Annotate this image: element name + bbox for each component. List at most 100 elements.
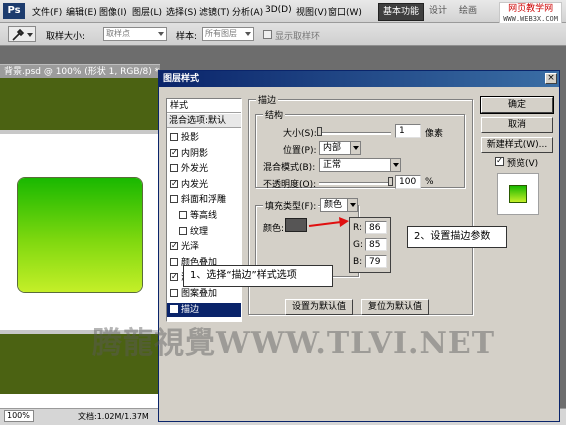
document-size-info: 文档:1.02M/1.37M	[78, 412, 149, 421]
style-item-6[interactable]: 等高线	[167, 209, 241, 223]
cancel-button[interactable]: 取消	[481, 117, 553, 133]
green-input[interactable]: 85	[365, 238, 387, 251]
size-slider-thumb[interactable]	[317, 127, 322, 136]
close-icon[interactable]: ×	[545, 73, 557, 84]
make-default-button[interactable]: 设置为默认值	[285, 299, 353, 315]
menu-3d[interactable]: 3D(D)	[265, 5, 292, 15]
menu-edit[interactable]: 编辑(E)	[66, 5, 97, 18]
opacity-input[interactable]: 100	[395, 175, 421, 189]
fill-type-select[interactable]: 颜色	[320, 198, 358, 212]
stroke-color-swatch[interactable]	[285, 218, 307, 232]
opacity-slider-thumb[interactable]	[388, 177, 393, 186]
menu-filter[interactable]: 滤镜(T)	[199, 5, 230, 18]
style-item-5[interactable]: 斜面和浮雕	[167, 193, 241, 207]
stroke-group-title: 描边	[256, 93, 279, 106]
preview-label: 预览(V)	[507, 159, 539, 169]
document-tab[interactable]: 背景.psd @ 100% (形状 1, RGB/8) *	[0, 64, 160, 78]
site-watermark: 腾龍視覺WWW.TLVI.NET	[92, 326, 496, 361]
chevron-down-icon	[350, 142, 360, 154]
callout-select-stroke: 1、选择“描边”样式选项	[183, 265, 333, 287]
style-item-12[interactable]: ✓ 描边	[167, 302, 241, 317]
style-item-label: 外发光	[181, 164, 209, 175]
style-item-1[interactable]: 投影	[167, 131, 241, 145]
blend-mode-label: 混合模式(B):	[263, 163, 316, 173]
style-list-header[interactable]: 样式	[167, 99, 241, 113]
style-item-11[interactable]: 图案叠加	[167, 287, 241, 301]
chevron-down-icon	[390, 159, 400, 171]
red-input[interactable]: 86	[365, 221, 387, 234]
zoom-field[interactable]: 100%	[4, 410, 34, 422]
menu-select[interactable]: 选择(S)	[166, 5, 197, 18]
style-item-checkbox[interactable]: ✓	[170, 304, 178, 313]
layer-style-dialog: 图层样式 × 样式 混合选项:默认 投影 ✓ 内阴影 外发光 ✓ 内发光 斜面和浮雕 等高线纹…	[158, 70, 560, 422]
show-ring-label: 显示取样环	[275, 32, 321, 42]
workspace-painting[interactable]: 绘画	[455, 3, 481, 19]
style-item-label: 斜面和浮雕	[181, 195, 227, 206]
preview-checkbox[interactable]: ✓	[495, 157, 504, 166]
style-item-checkbox[interactable]: ✓	[170, 148, 178, 157]
opacity-slider-track[interactable]	[319, 182, 391, 185]
checkmark-icon: ✓	[496, 156, 503, 165]
style-item-checkbox[interactable]: ✓	[170, 273, 178, 282]
dialog-title-bar[interactable]: 图层样式	[159, 71, 559, 87]
new-style-button[interactable]: 新建样式(W)...	[481, 137, 553, 153]
menu-layer[interactable]: 图层(L)	[132, 5, 162, 18]
style-item-4[interactable]: ✓ 内发光	[167, 178, 241, 192]
menu-image[interactable]: 图像(I)	[99, 5, 127, 18]
position-select[interactable]: 内部	[319, 141, 361, 155]
eyedropper-icon	[12, 28, 25, 41]
blend-mode-select[interactable]: 正常	[319, 158, 401, 172]
style-item-checkbox[interactable]	[179, 226, 187, 235]
style-item-checkbox[interactable]	[170, 257, 178, 266]
fill-type-value: 颜色	[324, 200, 343, 210]
size-slider-track[interactable]	[319, 132, 391, 135]
blue-input[interactable]: 79	[365, 255, 387, 268]
style-item-label: 图案叠加	[181, 289, 218, 299]
eyedropper-tool-preset[interactable]	[8, 26, 36, 42]
style-item-checkbox[interactable]	[170, 133, 178, 141]
chevron-down-icon	[27, 33, 33, 37]
sample-select[interactable]: 所有图层	[202, 27, 254, 41]
style-item-2[interactable]: ✓ 内阴影	[167, 147, 241, 161]
style-list: 样式 混合选项:默认 投影 ✓ 内阴影 外发光 ✓ 内发光 斜面和浮雕 等高线 纹理 ✓ 光泽 颜色叠…	[166, 98, 242, 322]
blend-mode-value: 正常	[323, 160, 342, 170]
style-item-label: 等高线	[190, 211, 218, 221]
reset-default-button[interactable]: 复位为默认值	[361, 299, 429, 315]
style-item-checkbox[interactable]	[170, 164, 178, 173]
ok-button[interactable]: 确定	[480, 96, 554, 114]
dialog-title: 图层样式	[163, 74, 200, 84]
sample-size-select[interactable]: 取样点	[103, 27, 167, 41]
menu-analysis[interactable]: 分析(A)	[232, 5, 263, 18]
size-unit: 像素	[425, 129, 444, 139]
show-ring-checkbox[interactable]	[263, 30, 272, 39]
style-item-3[interactable]: 外发光	[167, 162, 241, 176]
opacity-label: 不透明度(O):	[263, 180, 317, 190]
fill-type-label: 填充类型(F):	[263, 199, 319, 212]
menu-bar: Ps 文件(F) 编辑(E) 图像(I) 图层(L) 选择(S) 滤镜(T) 分…	[0, 0, 566, 26]
preview-swatch	[509, 185, 527, 203]
style-item-checkbox[interactable]: ✓	[170, 179, 178, 188]
olive-band-top	[0, 78, 160, 130]
green-label: G:	[353, 240, 364, 250]
menu-file[interactable]: 文件(F)	[32, 5, 62, 18]
blend-options-item[interactable]: 混合选项:默认	[167, 114, 241, 128]
green-rounded-shape[interactable]	[18, 178, 142, 292]
style-item-checkbox[interactable]	[170, 195, 178, 204]
style-item-checkbox[interactable]	[170, 289, 178, 297]
style-item-8[interactable]: ✓ 光泽	[167, 240, 241, 254]
size-input[interactable]: 1	[395, 124, 421, 138]
workspace-design[interactable]: 设计	[425, 3, 451, 19]
menu-view[interactable]: 视图(V)	[296, 5, 327, 18]
style-item-checkbox[interactable]	[179, 211, 187, 219]
style-item-label: 内发光	[181, 179, 209, 190]
style-item-label: 投影	[181, 133, 200, 143]
menu-window[interactable]: 窗口(W)	[328, 5, 362, 18]
sample-size-label: 取样大小:	[46, 32, 86, 42]
blue-label: B:	[353, 257, 363, 267]
style-item-7[interactable]: 纹理	[167, 225, 241, 239]
workspace-essentials[interactable]: 基本功能	[378, 3, 425, 21]
photoshop-logo: Ps	[3, 3, 25, 19]
style-item-checkbox[interactable]: ✓	[170, 242, 178, 251]
red-arrow-icon	[308, 217, 349, 227]
divider-line	[0, 130, 160, 134]
